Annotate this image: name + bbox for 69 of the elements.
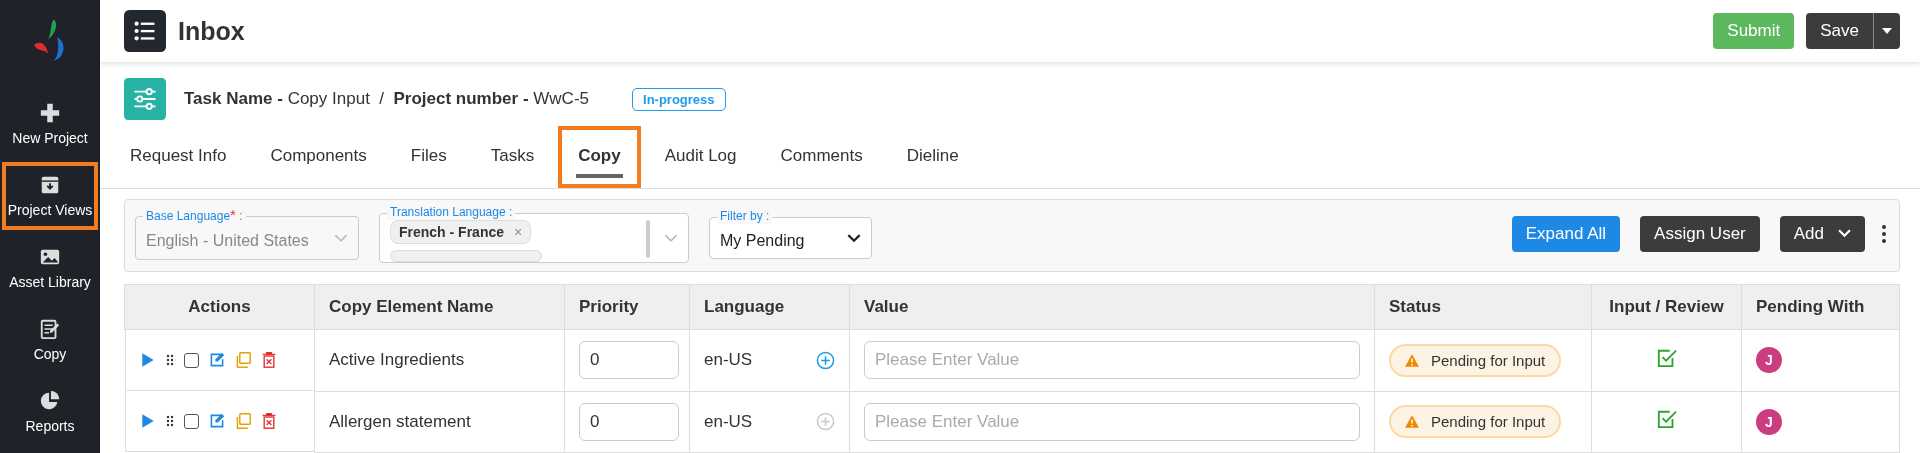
user-avatar: J — [1756, 408, 1782, 435]
edit-icon[interactable] — [208, 352, 225, 368]
chevron-down-icon — [664, 234, 678, 243]
column-header: Pending With — [1741, 284, 1900, 330]
checked-box-icon[interactable] — [1656, 409, 1677, 429]
document-edit-icon — [39, 318, 61, 340]
assign-user-button[interactable]: Assign User — [1640, 215, 1760, 252]
delete-icon[interactable] — [260, 352, 277, 368]
save-button[interactable]: Save — [1806, 13, 1900, 49]
checked-box-icon[interactable] — [1656, 347, 1677, 368]
sidebar-item[interactable]: Asset Library — [2, 234, 98, 302]
table-cell: Allergen statement — [329, 411, 471, 431]
priority-field[interactable]: 0 — [579, 402, 679, 441]
priority-field[interactable]: 0 — [579, 341, 679, 380]
value-field[interactable]: Please Enter Value — [864, 402, 1360, 441]
more-icon[interactable] — [1881, 223, 1887, 244]
column-header: Priority — [564, 284, 690, 330]
tab[interactable]: Comments — [760, 126, 883, 188]
drag-handle-icon[interactable] — [165, 354, 174, 366]
expand-triangle-icon[interactable] — [139, 413, 156, 429]
tab[interactable]: Audit Log — [644, 126, 757, 188]
tab[interactable]: Dieline — [886, 126, 979, 188]
tab[interactable]: Components — [250, 126, 387, 188]
tab[interactable]: Request Info — [110, 126, 247, 188]
expand-triangle-icon[interactable] — [139, 352, 156, 368]
archive-download-icon — [39, 174, 61, 196]
page-title: Inbox — [178, 16, 245, 46]
copy-icon[interactable] — [234, 413, 251, 429]
drag-handle-icon[interactable] — [165, 415, 174, 427]
status-badge: Pending for Input — [1389, 405, 1562, 438]
table-cell: Active Ingredients — [329, 350, 465, 370]
value-field[interactable]: Please Enter Value — [864, 341, 1360, 380]
warning-icon — [1405, 415, 1419, 428]
row-checkbox[interactable] — [183, 413, 199, 429]
warning-icon — [1405, 353, 1419, 367]
sliders-icon — [124, 78, 166, 120]
column-header: Status — [1374, 284, 1592, 330]
column-header: Actions — [124, 284, 315, 330]
column-header: Copy Element Name — [314, 284, 565, 330]
sidebar-item[interactable]: Reports — [2, 378, 98, 446]
tab[interactable]: Files — [390, 126, 467, 188]
status-badge: Pending for Input — [1389, 343, 1562, 377]
table-cell: en-US — [704, 411, 753, 432]
chevron-down-icon — [1838, 229, 1851, 238]
edit-icon[interactable] — [208, 413, 225, 429]
copy-icon[interactable] — [234, 352, 251, 368]
sidebar-item[interactable]: Copy — [2, 306, 98, 374]
chevron-down-icon — [847, 233, 861, 243]
status-badge: In-progress — [632, 87, 726, 111]
plus-icon — [39, 102, 61, 124]
sidebar-item[interactable]: Project Views — [2, 162, 98, 230]
column-header: Input / Review — [1591, 284, 1742, 330]
user-avatar: J — [1756, 347, 1782, 374]
expand-all-button[interactable]: Expand All — [1511, 215, 1621, 252]
menu-icon[interactable] — [124, 10, 166, 52]
caret-icon — [1882, 28, 1892, 34]
pie-chart-icon — [39, 390, 61, 412]
column-header: Language — [689, 284, 850, 330]
add-circle-icon[interactable] — [816, 350, 835, 370]
sidebar-item[interactable]: New Project — [2, 90, 98, 158]
chevron-down-icon — [334, 233, 348, 243]
delete-icon[interactable] — [260, 413, 277, 429]
tab[interactable]: Copy — [558, 126, 641, 188]
table-cell: en-US — [704, 350, 753, 371]
tab[interactable]: Tasks — [470, 126, 555, 188]
row-checkbox[interactable] — [183, 352, 199, 368]
column-header: Value — [849, 284, 1375, 330]
add-dropdown-button[interactable]: Add — [1779, 215, 1865, 252]
task-info: Task Name - Copy Input / Project number - WwC-5 — [184, 89, 589, 109]
